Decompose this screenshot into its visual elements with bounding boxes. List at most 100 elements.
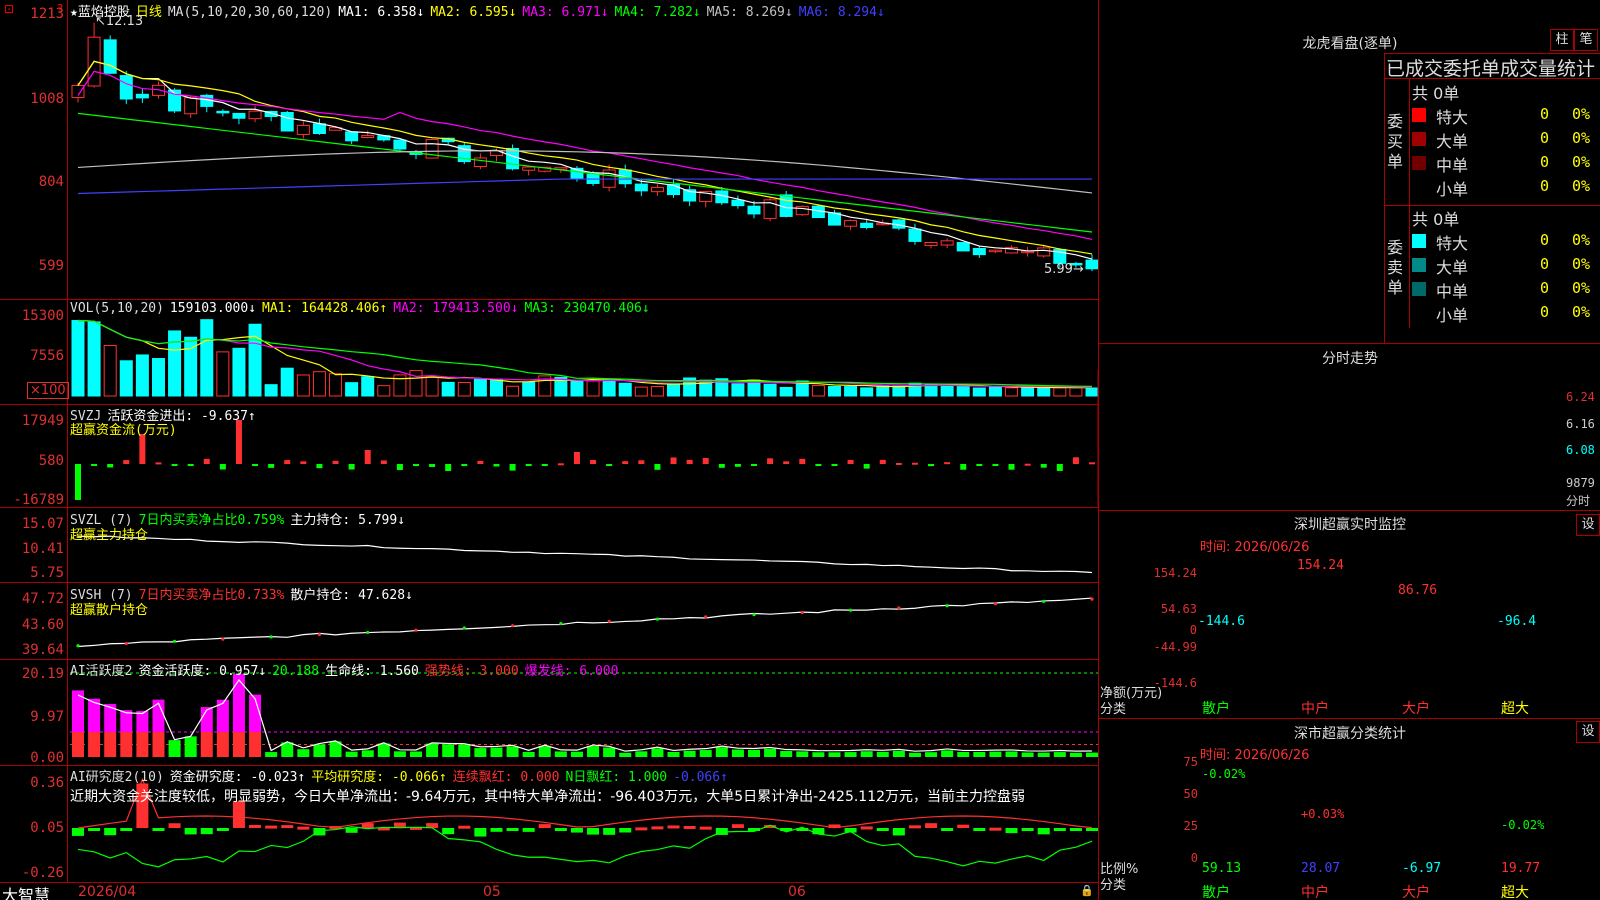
szm-bar-label: 86.76 [1398, 582, 1438, 598]
svzl-axis-2: 10.41 [21, 541, 64, 557]
ai1-b: 20.188 [272, 664, 320, 679]
lhb-row-pct: 0% [1572, 279, 1591, 297]
ai1-bar [828, 752, 841, 757]
vol-bar [103, 345, 117, 397]
szm-settings-button[interactable]: 设 [1576, 514, 1600, 536]
szc-value-label: 19.77 [1501, 861, 1541, 876]
svzj-bar [429, 464, 436, 468]
svzj-bar [638, 460, 645, 464]
vol-value: 159103.000↓ [169, 301, 257, 316]
lhb-row-pct: 0% [1572, 231, 1591, 249]
ai1-bar [184, 736, 197, 757]
candle-body [844, 220, 858, 227]
svzj-bar [139, 434, 146, 464]
szm-category-label: 中户 [1301, 701, 1329, 717]
svsh-desc2: 散户持仓: 47.628↓ [290, 588, 413, 603]
ai1-bar [925, 752, 938, 757]
szc-pct-label: -0.02% [1202, 766, 1246, 781]
high-value: 12.13 [105, 14, 144, 29]
lhb-left-border [1384, 53, 1385, 343]
ai2-bar [892, 828, 905, 836]
szm-axis-4: -44.99 [1153, 640, 1197, 654]
vol-bar [361, 376, 375, 397]
svsh-dot [221, 637, 225, 641]
svzj-bar [413, 464, 419, 466]
svsh-dot [655, 617, 660, 621]
intraday-axis-1: 6.24 [1566, 390, 1595, 404]
ai2-bar [1005, 828, 1018, 834]
szc-settings-button[interactable]: 设 [1576, 721, 1600, 743]
ai2-bar [908, 825, 921, 829]
szm-axis-2: 54.63 [1160, 602, 1197, 616]
vol-bar [779, 386, 793, 397]
bar-mode-button[interactable]: 柱 [1550, 29, 1574, 51]
ai1-bar-mid [200, 732, 213, 757]
ai1-bar [1053, 752, 1066, 757]
vol-bar [168, 330, 182, 397]
ai1-bar [603, 747, 616, 757]
lhb-swatch [1412, 258, 1426, 272]
svsh-dot [510, 624, 515, 628]
ai1-bar [860, 751, 873, 757]
svsh-dot [317, 633, 322, 637]
lhb-swatch [1412, 132, 1426, 146]
ai2-bar [1037, 828, 1050, 835]
svzj-bar [155, 462, 162, 465]
szc-category-label: 大户 [1402, 885, 1430, 900]
vol-ma3 [77, 319, 1093, 387]
szc-category-label: 超大 [1501, 885, 1529, 900]
vol-bar [763, 383, 777, 397]
ai2-bar [699, 826, 712, 830]
intraday-vol-label: 分时 [1566, 494, 1591, 508]
szm-bar-label: 154.24 [1297, 558, 1344, 573]
ai2-bar [442, 828, 455, 835]
tick-mode-button[interactable]: 笔 [1574, 29, 1598, 51]
candle-body [972, 247, 986, 256]
lhb-row-name: 特大 [1436, 108, 1469, 127]
candle-body [135, 93, 149, 99]
ai2-bar [249, 825, 262, 829]
szm-time: 时间: 2026/06/26 [1200, 540, 1310, 555]
svsh-dot [1090, 597, 1094, 601]
lhb-row-pct: 0% [1572, 303, 1591, 321]
ai2-axis-3: -0.26 [21, 865, 64, 881]
lock-icon[interactable]: 🔒 [1080, 884, 1094, 897]
lhb-row-pct: 0% [1572, 255, 1591, 273]
ai2-bar [216, 828, 229, 831]
ai1-bar [570, 751, 583, 757]
svzj-bar [525, 464, 532, 466]
vol-bar [1053, 387, 1067, 397]
szm-bar-label: -96.4 [1497, 614, 1537, 629]
buy-label: 委买单 [1387, 112, 1404, 171]
svzj-bar [75, 464, 81, 500]
vol-ma2: MA2: 179413.500↓ [393, 301, 519, 316]
svzj-bar [332, 460, 339, 464]
svzl-axis-1: 15.07 [21, 516, 64, 532]
candle-body [650, 186, 664, 193]
ai2-bar [168, 823, 181, 828]
ai1-bar [844, 752, 857, 757]
vol-bar [956, 385, 970, 397]
svzj-bar [654, 464, 661, 470]
vol-bar [827, 385, 841, 397]
svsh-dot [269, 635, 273, 639]
svzj-bar [670, 457, 677, 464]
svsh-sub: 超赢散户持仓 [70, 603, 149, 618]
candle-body [184, 97, 198, 115]
date-1: 2026/04 [78, 884, 137, 900]
panel-divider [1098, 0, 1099, 900]
ai2-bar [619, 828, 632, 833]
ai2-bar [941, 828, 954, 831]
szm-axis-1: 154.24 [1153, 566, 1197, 580]
svzl-sub: 超赢主力持仓 [70, 528, 149, 543]
main-chart-svg[interactable] [0, 0, 1098, 900]
szm-axis-3: 0 [1189, 623, 1197, 637]
vol-unit[interactable]: ×100 [27, 382, 69, 399]
ai1-bar [168, 740, 181, 757]
vol-bar [602, 379, 616, 397]
svzj-bar [1040, 464, 1047, 468]
ai2-bar [120, 828, 133, 831]
ai1-line [77, 679, 1093, 752]
ai1-bar [297, 749, 310, 757]
svzj-bar [316, 464, 323, 469]
